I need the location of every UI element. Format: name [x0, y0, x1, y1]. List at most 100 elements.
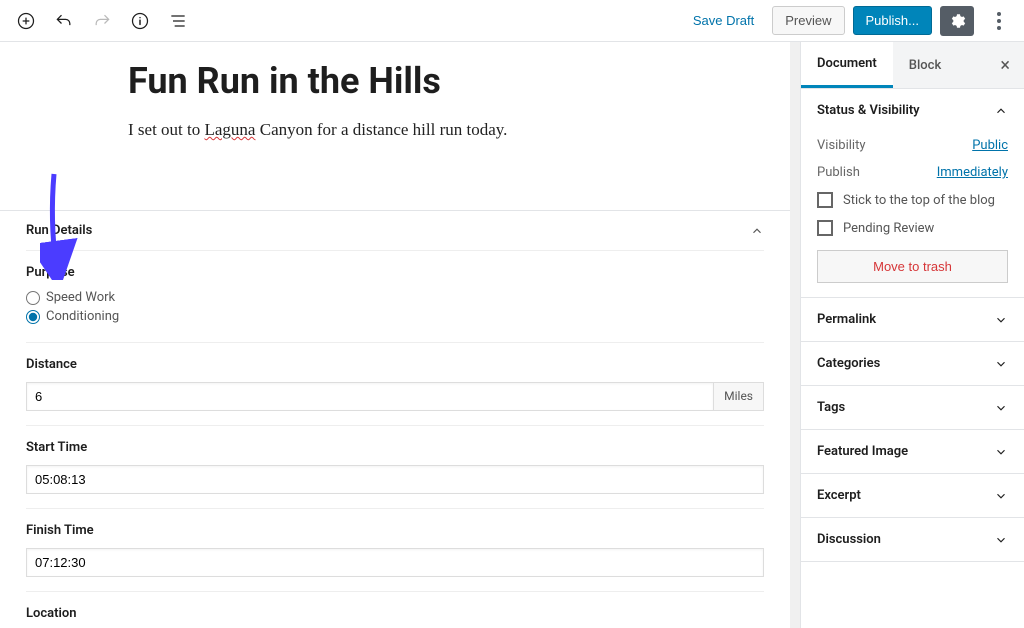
tab-block[interactable]: Block — [893, 44, 957, 87]
start-time-input[interactable] — [26, 465, 764, 494]
field-label: Start Time — [26, 440, 764, 455]
radio-label: Conditioning — [46, 309, 119, 324]
panel-header[interactable]: Permalink — [801, 298, 1024, 341]
outline-button[interactable] — [160, 3, 196, 39]
radio-label: Speed Work — [46, 290, 115, 305]
close-sidebar-button[interactable]: × — [986, 55, 1024, 76]
annotation-arrow-icon — [40, 170, 80, 280]
preview-button[interactable]: Preview — [772, 6, 844, 35]
stick-checkbox-row[interactable]: Stick to the top of the blog — [817, 186, 1008, 214]
panel-body: Visibility Public Publish Immediately St… — [801, 132, 1024, 297]
chevron-down-icon — [994, 489, 1008, 503]
field-purpose: Purpose Speed Work Conditioning — [26, 250, 764, 342]
chevron-down-icon — [994, 313, 1008, 327]
publish-link[interactable]: Immediately — [937, 165, 1008, 180]
chevron-down-icon — [994, 445, 1008, 459]
field-label: Purpose — [26, 265, 764, 280]
undo-icon — [54, 11, 74, 31]
body-text: Canyon for a distance hill run today. — [255, 120, 507, 139]
close-icon: × — [1000, 55, 1010, 76]
distance-input-group: Miles — [26, 382, 764, 411]
kebab-icon — [997, 12, 1001, 30]
toolbar-right: Save Draft Preview Publish... — [683, 6, 1016, 36]
panel-excerpt: Excerpt — [801, 474, 1024, 518]
radio-input[interactable] — [26, 310, 40, 324]
field-start-time: Start Time — [26, 425, 764, 508]
panel-title: Permalink — [817, 312, 876, 327]
meta-box-body: Purpose Speed Work Conditioning Distance — [0, 250, 790, 628]
checkbox-icon — [817, 192, 833, 208]
chevron-up-icon — [750, 224, 764, 238]
panel-discussion: Discussion — [801, 518, 1024, 562]
move-to-trash-button[interactable]: Move to trash — [817, 250, 1008, 283]
row-label: Publish — [817, 165, 860, 180]
chevron-up-icon — [994, 104, 1008, 118]
row-label: Visibility — [817, 138, 866, 153]
panel-permalink: Permalink — [801, 298, 1024, 342]
plus-circle-icon — [16, 11, 36, 31]
panel-header[interactable]: Excerpt — [801, 474, 1024, 517]
settings-button[interactable] — [940, 6, 974, 36]
panel-header[interactable]: Status & Visibility — [801, 89, 1024, 132]
publish-button[interactable]: Publish... — [853, 6, 932, 35]
field-finish-time: Finish Time — [26, 508, 764, 591]
panel-featured-image: Featured Image — [801, 430, 1024, 474]
panel-header[interactable]: Tags — [801, 386, 1024, 429]
panel-status-visibility: Status & Visibility Visibility Public Pu… — [801, 89, 1024, 298]
outline-icon — [168, 11, 188, 31]
panel-categories: Categories — [801, 342, 1024, 386]
post-body[interactable]: I set out to Laguna Canyon for a distanc… — [128, 120, 790, 140]
info-icon — [130, 11, 150, 31]
field-label: Distance — [26, 357, 764, 372]
checkbox-label: Pending Review — [843, 221, 934, 236]
radio-input[interactable] — [26, 291, 40, 305]
meta-box: Run Details Purpose Speed Work Condition… — [0, 210, 790, 628]
undo-button[interactable] — [46, 3, 82, 39]
info-button[interactable] — [122, 3, 158, 39]
radio-speed-work[interactable]: Speed Work — [26, 290, 764, 305]
finish-time-input[interactable] — [26, 548, 764, 577]
main-wrap: Fun Run in the Hills I set out to Laguna… — [0, 42, 1024, 628]
settings-sidebar: Document Block × Status & Visibility Vis… — [800, 42, 1024, 628]
panel-header[interactable]: Categories — [801, 342, 1024, 385]
gear-icon — [948, 12, 966, 30]
redo-button[interactable] — [84, 3, 120, 39]
sidebar-tabs: Document Block × — [801, 42, 1024, 89]
checkbox-icon — [817, 220, 833, 236]
panel-title: Tags — [817, 400, 845, 415]
pending-checkbox-row[interactable]: Pending Review — [817, 214, 1008, 242]
toolbar-left — [8, 3, 196, 39]
chevron-down-icon — [994, 357, 1008, 371]
panel-title: Status & Visibility — [817, 103, 920, 118]
distance-input[interactable] — [26, 382, 713, 411]
body-text: I set out to — [128, 120, 205, 139]
more-menu-button[interactable] — [982, 6, 1016, 36]
add-block-button[interactable] — [8, 3, 44, 39]
publish-row: Publish Immediately — [817, 159, 1008, 186]
panel-title: Excerpt — [817, 488, 861, 503]
save-draft-button[interactable]: Save Draft — [683, 7, 764, 34]
panel-title: Categories — [817, 356, 880, 371]
spellcheck-word: Laguna — [205, 120, 256, 139]
chevron-down-icon — [994, 533, 1008, 547]
visibility-row: Visibility Public — [817, 132, 1008, 159]
panel-header[interactable]: Discussion — [801, 518, 1024, 561]
unit-badge: Miles — [713, 382, 764, 411]
meta-box-header[interactable]: Run Details — [0, 211, 790, 250]
visibility-link[interactable]: Public — [972, 138, 1008, 153]
content-area: Fun Run in the Hills I set out to Laguna… — [0, 42, 790, 140]
panel-header[interactable]: Featured Image — [801, 430, 1024, 473]
checkbox-label: Stick to the top of the blog — [843, 193, 995, 208]
panel-title: Discussion — [817, 532, 881, 547]
field-label: Finish Time — [26, 523, 764, 538]
post-title[interactable]: Fun Run in the Hills — [128, 60, 790, 102]
panel-tags: Tags — [801, 386, 1024, 430]
field-label: Location — [26, 606, 764, 621]
editor-area: Fun Run in the Hills I set out to Laguna… — [0, 42, 790, 628]
tab-document[interactable]: Document — [801, 42, 893, 88]
chevron-down-icon — [994, 401, 1008, 415]
editor-scrollbar[interactable] — [790, 42, 800, 628]
field-location: Location — [26, 591, 764, 628]
redo-icon — [92, 11, 112, 31]
radio-conditioning[interactable]: Conditioning — [26, 309, 764, 324]
